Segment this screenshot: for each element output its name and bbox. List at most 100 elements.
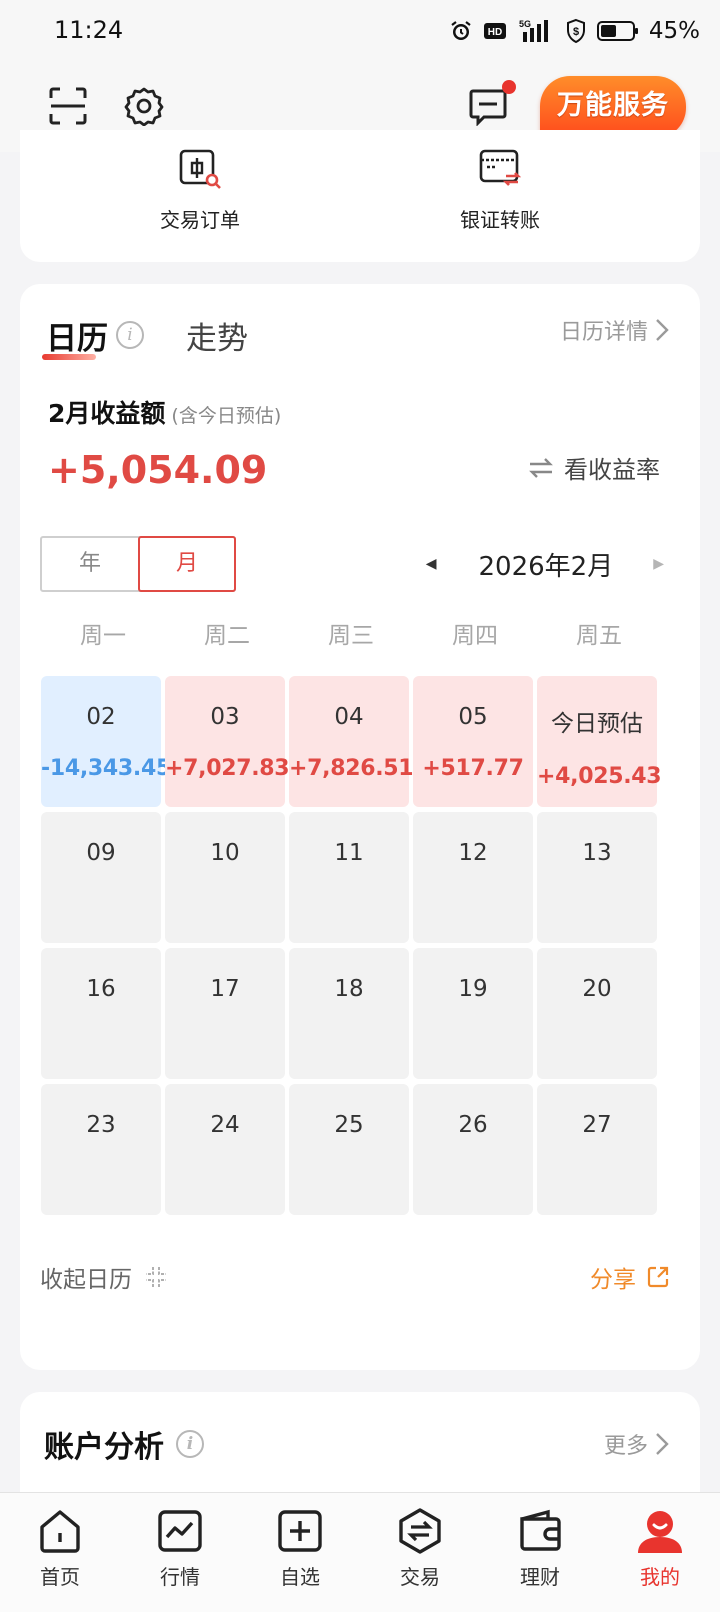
calendar-day-number: 20 [582, 976, 612, 1002]
calendar-day-cell[interactable]: 04 +7,826.51 [289, 676, 414, 807]
svg-text:5G: 5G [519, 19, 531, 29]
calendar-day-cell[interactable]: 18 [289, 948, 409, 1079]
calendar-day-number: 17 [210, 976, 240, 1002]
info-icon[interactable]: i [176, 1430, 204, 1458]
calendar-day-number: 04 [334, 704, 364, 730]
segment-month[interactable]: 月 [137, 536, 236, 592]
shield-icon: $ [566, 18, 585, 44]
5g-signal-icon: 5G [519, 19, 548, 42]
chevron-right-icon [656, 1433, 669, 1455]
tab-calendar-label: 日历 [46, 320, 108, 357]
calendar-day-number: 12 [458, 840, 488, 866]
calendar-day-cell[interactable]: 10 [165, 812, 285, 943]
share-external-icon [647, 1266, 669, 1288]
quick-action-trade-orders[interactable]: 交易订单 [120, 148, 280, 233]
weekday-label: 周四 [452, 623, 498, 649]
calendar-day-number: 18 [334, 976, 364, 1002]
calendar-day-cell[interactable]: 今日预估 +4,025.43 [537, 676, 662, 807]
calendar-day-number: 23 [86, 1112, 116, 1138]
calendar-day-number: 16 [86, 976, 116, 1002]
month-navigator: ◀ 2026年2月 ▶ [426, 542, 664, 586]
weekday-header: 周一 周二 周三 周四 周五 [41, 616, 661, 650]
calendar-tabs: 日历 i 走势 [42, 310, 248, 360]
status-bar: 11:24 HD 5G $ 45% [0, 0, 720, 62]
weekday-label: 周二 [204, 623, 250, 649]
calendar-day-cell[interactable]: 16 [41, 948, 161, 1079]
all-in-one-service-button[interactable]: 万能服务 [540, 76, 686, 138]
calendar-day-number: 19 [458, 976, 488, 1002]
calendar-day-number: 11 [334, 840, 364, 866]
calendar-day-cell[interactable]: 09 [41, 812, 161, 943]
current-month: 2026年2月 [478, 551, 614, 582]
nav-label: 交易 [400, 1565, 440, 1589]
next-month-arrow-icon[interactable]: ▶ [653, 556, 664, 572]
share-button[interactable]: 分享 [590, 1260, 670, 1294]
nav-home[interactable]: 首页 [0, 1493, 120, 1612]
tab-trend[interactable]: 走势 [186, 313, 248, 358]
chevron-right-icon [656, 319, 669, 341]
hd-icon: HD [483, 23, 506, 39]
calendar-day-cell[interactable]: 24 [165, 1084, 285, 1215]
settings-button[interactable] [124, 86, 164, 130]
scan-button[interactable] [48, 86, 88, 130]
calendar-day-number: 03 [210, 704, 240, 730]
calendar-day-profit: +7,826.51 [289, 756, 414, 781]
tab-active-indicator [42, 353, 96, 360]
quick-actions-card: 交易订单 银证转账 [20, 130, 700, 262]
calendar-day-cell[interactable]: 03 +7,027.83 [165, 676, 290, 807]
swap-icon [529, 457, 553, 478]
month-profit-title: 2月收益额 (含今日预估) [48, 394, 281, 430]
calendar-day-cell[interactable]: 02 -14,343.45 [41, 676, 171, 807]
nav-watchlist[interactable]: 自选 [240, 1493, 360, 1612]
calendar-day-cell[interactable]: 11 [289, 812, 409, 943]
calendar-day-number: 25 [334, 1112, 364, 1138]
account-analysis-more-link[interactable]: 更多 [604, 1428, 670, 1460]
profit-calendar-card: 日历 i 走势 日历详情 2月收益额 (含今日预估) +5,054.09 看收益率… [20, 284, 700, 1370]
account-analysis-label: 账户分析 [44, 1430, 164, 1465]
collapse-calendar-button[interactable]: 收起日历 [40, 1260, 168, 1294]
calendar-day-number: 26 [458, 1112, 488, 1138]
quick-action-label: 交易订单 [160, 208, 240, 232]
calendar-day-cell[interactable]: 20 [537, 948, 657, 1079]
quick-action-bank-transfer[interactable]: 银证转账 [420, 148, 580, 233]
bottom-navigation: 首页 行情 自选 交易 理财 我的 [0, 1492, 720, 1612]
calendar-day-cell[interactable]: 26 [413, 1084, 533, 1215]
order-search-icon [179, 149, 221, 189]
scan-icon [49, 87, 87, 125]
tab-calendar[interactable]: 日历 [42, 313, 108, 360]
month-profit-note: (含今日预估) [171, 405, 282, 427]
view-return-rate-label: 看收益率 [564, 456, 660, 484]
calendar-day-cell[interactable]: 17 [165, 948, 285, 1079]
calendar-detail-link[interactable]: 日历详情 [560, 314, 670, 346]
wallet-icon [520, 1509, 561, 1551]
calendar-day-cell[interactable]: 25 [289, 1084, 409, 1215]
calendar-day-number: 27 [582, 1112, 612, 1138]
nav-trade[interactable]: 交易 [360, 1493, 480, 1612]
message-button[interactable] [468, 80, 516, 130]
nav-profile[interactable]: 我的 [600, 1493, 720, 1612]
calendar-day-cell[interactable]: 19 [413, 948, 533, 1079]
home-icon [40, 1510, 80, 1553]
prev-month-arrow-icon[interactable]: ◀ [426, 556, 437, 572]
alarm-icon [451, 21, 471, 40]
nav-market[interactable]: 行情 [120, 1493, 240, 1612]
view-return-rate-toggle[interactable]: 看收益率 [528, 450, 660, 485]
account-analysis-title: 账户分析 i [44, 1422, 204, 1466]
calendar-day-profit: +517.77 [422, 756, 524, 781]
calendar-day-number: 24 [210, 1112, 240, 1138]
calendar-day-cell[interactable]: 23 [41, 1084, 161, 1215]
calendar-day-cell[interactable]: 27 [537, 1084, 657, 1215]
calendar-day-cell[interactable]: 05 +517.77 [413, 676, 533, 807]
nav-wealth[interactable]: 理财 [480, 1493, 600, 1612]
info-icon[interactable]: i [116, 321, 144, 349]
nav-label: 自选 [280, 1565, 320, 1589]
gear-icon [124, 87, 164, 127]
month-profit-label: 2月收益额 [48, 399, 166, 428]
segment-year[interactable]: 年 [42, 538, 138, 590]
calendar-day-profit: +4,025.43 [537, 764, 662, 789]
calendar-day-number: 10 [210, 840, 240, 866]
period-segmented-control: 年 月 [40, 536, 236, 592]
calendar-day-cell[interactable]: 12 [413, 812, 533, 943]
calendar-grid: 02 -14,343.45 03 +7,027.83 04 +7,826.51 05 +517… [41, 676, 665, 1215]
calendar-day-cell[interactable]: 13 [537, 812, 657, 943]
